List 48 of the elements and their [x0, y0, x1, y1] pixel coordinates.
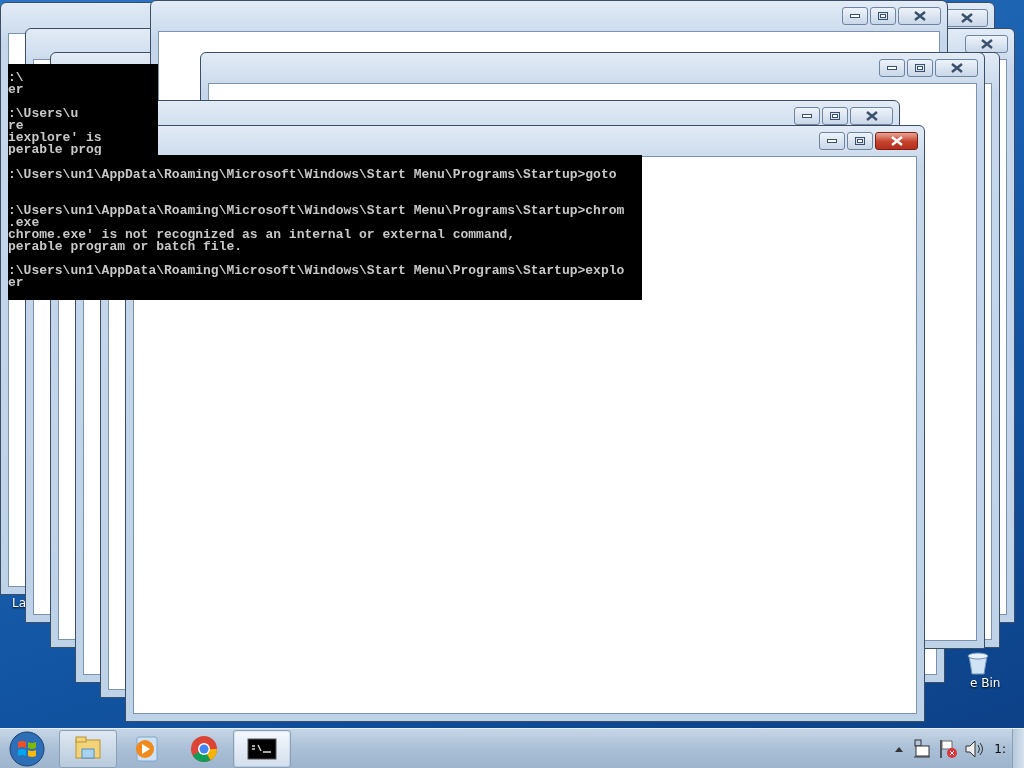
- maximize-icon: [855, 137, 865, 145]
- clock-text[interactable]: 1:: [994, 742, 1006, 756]
- maximize-icon: [830, 112, 840, 120]
- close-icon: [865, 111, 878, 121]
- minimize-icon: [827, 139, 837, 143]
- close-icon: [913, 11, 926, 21]
- console-line: chrome.exe' is not recognized as an internal or external command,: [8, 229, 517, 241]
- console-line: er: [8, 84, 25, 96]
- console-line: er: [8, 277, 24, 289]
- minimize-icon: [802, 114, 812, 118]
- console-line: :\Users\un1\AppData\Roaming\Microsoft\Windows\Start Menu\Programs\Startup>explo: [8, 265, 626, 277]
- close-button[interactable]: [945, 9, 988, 27]
- console-line: :\: [8, 72, 25, 84]
- flag-icon[interactable]: [938, 739, 959, 759]
- console-line: .exe: [8, 217, 40, 229]
- maximize-icon: [878, 12, 888, 20]
- maximize-icon: [915, 64, 925, 72]
- minimize-icon: [850, 14, 860, 18]
- maximize-button[interactable]: [822, 107, 848, 125]
- close-icon: [980, 39, 993, 49]
- minimize-button[interactable]: [819, 132, 845, 150]
- volume-icon[interactable]: [964, 739, 985, 759]
- console-line: perable prog: [8, 144, 103, 156]
- console-line: :\Users\u: [8, 108, 80, 120]
- close-icon: [960, 13, 973, 23]
- close-button[interactable]: [850, 107, 893, 125]
- minimize-button[interactable]: [842, 7, 868, 25]
- close-icon: [950, 63, 963, 73]
- close-button[interactable]: [965, 35, 1008, 53]
- maximize-button[interactable]: [907, 59, 933, 77]
- close-button[interactable]: [935, 59, 978, 77]
- close-icon: [890, 136, 903, 146]
- start-icon: [9, 731, 45, 767]
- close-button[interactable]: [875, 132, 918, 150]
- console-line: re: [8, 120, 24, 132]
- minimize-button[interactable]: [879, 59, 905, 77]
- console-line: iexplore' is: [8, 132, 103, 144]
- maximize-button[interactable]: [870, 7, 896, 25]
- console-line: :\Users\un1\AppData\Roaming\Microsoft\Windows\Start Menu\Programs\Startup>goto: [8, 169, 618, 181]
- console-line: perable program or batch file.: [8, 241, 244, 253]
- desktop-icon-label[interactable]: e Bin: [970, 676, 1001, 690]
- close-button[interactable]: [898, 7, 941, 25]
- desktop-icon-label[interactable]: La: [12, 596, 27, 610]
- minimize-button[interactable]: [794, 107, 820, 125]
- start-button[interactable]: [8, 730, 46, 768]
- maximize-button[interactable]: [847, 132, 873, 150]
- console-line: :\Users\un1\AppData\Roaming\Microsoft\Windows\Start Menu\Programs\Startup>chrom: [8, 205, 626, 217]
- minimize-icon: [887, 66, 897, 70]
